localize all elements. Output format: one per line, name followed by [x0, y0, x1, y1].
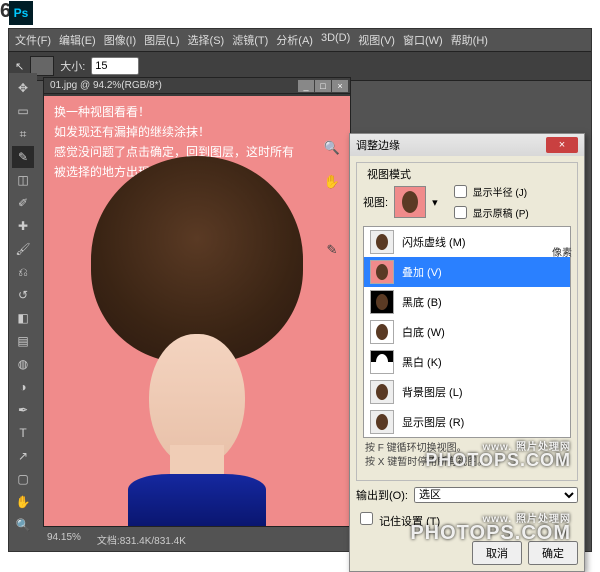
doc-max-icon[interactable]: □ — [315, 80, 331, 92]
menu-select[interactable]: 选择(S) — [188, 32, 225, 48]
document-window: 01.jpg @ 94.2%(RGB/8*) _ □ × 换一种视图看看！ 如发… — [43, 77, 351, 527]
menu-filter[interactable]: 滤镜(T) — [232, 32, 268, 48]
view-option-marching-ants[interactable]: 闪烁虚线 (M) — [364, 227, 570, 257]
workspace: ✥ ▭ ⌗ ✎ ◫ ✐ ✚ 🖌 ⎌ ↺ ◧ ▤ ◍ ◑ ✒ T ↗ ▢ ✋ 🔍 … — [9, 73, 591, 551]
menu-view[interactable]: 视图(V) — [358, 32, 395, 48]
dialog-close-icon[interactable]: × — [546, 137, 578, 153]
view-option-on-white[interactable]: 白底 (W) — [364, 317, 570, 347]
status-bar: 94.15% 文档:831.4K/831.4K — [43, 530, 357, 549]
output-select[interactable]: 选区 — [414, 487, 578, 503]
output-label: 输出到(O): — [356, 487, 408, 503]
refine-edge-dialog: 🔍 ✋ ✎ 调整边缘 × 视图模式 视图: ▾ 显示半径 (J) — [349, 133, 585, 572]
eyedropper-tool-icon[interactable]: ✐ — [12, 192, 34, 214]
dialog-title: 调整边缘 — [356, 137, 400, 153]
brush-tool-icon[interactable]: 🖌 — [12, 238, 34, 260]
menu-window[interactable]: 窗口(W) — [403, 32, 443, 48]
gradient-tool-icon[interactable]: ▤ — [12, 330, 34, 352]
photoshop-window: Ps 文件(F) 编辑(E) 图像(I) 图层(L) 选择(S) 滤镜(T) 分… — [8, 28, 592, 552]
zoom-icon[interactable]: 🔍 — [322, 138, 342, 158]
document-tab-label: 01.jpg @ 94.2%(RGB/8*) — [50, 80, 162, 91]
ok-button[interactable]: 确定 — [528, 541, 578, 565]
healing-tool-icon[interactable]: ✚ — [12, 215, 34, 237]
cancel-button[interactable]: 取消 — [472, 541, 522, 565]
unit-label: 像素 — [552, 244, 572, 259]
canvas[interactable]: 换一种视图看看！ 如发现还有漏掉的继续涂抹！ 感觉没问题了点击确定，回到图层，这… — [44, 96, 350, 526]
size-label: 大小: — [60, 58, 85, 74]
menu-edit[interactable]: 编辑(E) — [59, 32, 96, 48]
view-mode-label: 视图模式 — [363, 166, 415, 182]
output-row: 输出到(O): 选区 — [356, 487, 578, 503]
view-mode-dropdown: 闪烁虚线 (M) 叠加 (V) 黑底 (B) 白底 (W) 黑白 (K) 背景图… — [363, 226, 571, 438]
view-option-on-black[interactable]: 黑底 (B) — [364, 287, 570, 317]
menu-analysis[interactable]: 分析(A) — [276, 32, 313, 48]
zoom-readout[interactable]: 94.15% — [47, 532, 81, 547]
stamp-tool-icon[interactable]: ⎌ — [12, 261, 34, 283]
marquee-tool-icon[interactable]: ▭ — [12, 100, 34, 122]
dialog-titlebar: 调整边缘 × — [350, 134, 584, 156]
crop-tool-icon[interactable]: ◫ — [12, 169, 34, 191]
doc-info: 文档:831.4K/831.4K — [97, 532, 186, 547]
brush-tool-icon[interactable]: ↖ — [15, 60, 24, 73]
dodge-tool-icon[interactable]: ◑ — [12, 376, 34, 398]
view-option-on-layers[interactable]: 背景图层 (L) — [364, 377, 570, 407]
view-label: 视图: — [363, 194, 388, 210]
view-mode-group: 视图模式 视图: ▾ 显示半径 (J) 显示原稿 (P) 像素 闪烁虚线 (M) — [356, 162, 578, 481]
show-original-checkbox[interactable]: 显示原稿 (P) — [450, 203, 529, 222]
remember-settings-checkbox[interactable]: 记住设置 (T) — [356, 509, 440, 529]
move-tool-icon[interactable]: ✥ — [12, 77, 34, 99]
zoom-tool-icon[interactable]: 🔍 — [12, 514, 34, 536]
show-radius-checkbox[interactable]: 显示半径 (J) — [450, 182, 529, 201]
document-tab[interactable]: 01.jpg @ 94.2%(RGB/8*) _ □ × — [44, 78, 350, 94]
refine-brush-icon[interactable]: ✎ — [322, 240, 342, 260]
pen-tool-icon[interactable]: ✒ — [12, 399, 34, 421]
view-option-reveal-layer[interactable]: 显示图层 (R) — [364, 407, 570, 437]
view-thumbnail[interactable] — [394, 186, 426, 218]
menu-file[interactable]: 文件(F) — [15, 32, 51, 48]
menu-help[interactable]: 帮助(H) — [451, 32, 488, 48]
history-brush-icon[interactable]: ↺ — [12, 284, 34, 306]
type-tool-icon[interactable]: T — [12, 422, 34, 444]
view-hints: 按 F 键循环切换视图。 按 X 键暂时停用所有视图。 — [363, 438, 571, 474]
portrait-image — [64, 156, 330, 526]
doc-min-icon[interactable]: _ — [298, 80, 314, 92]
view-option-black-white[interactable]: 黑白 (K) — [364, 347, 570, 377]
blur-tool-icon[interactable]: ◍ — [12, 353, 34, 375]
eraser-tool-icon[interactable]: ◧ — [12, 307, 34, 329]
view-option-overlay[interactable]: 叠加 (V) — [364, 257, 570, 287]
tool-palette: ✥ ▭ ⌗ ✎ ◫ ✐ ✚ 🖌 ⎌ ↺ ◧ ▤ ◍ ◑ ✒ T ↗ ▢ ✋ 🔍 — [9, 73, 37, 551]
hand-icon[interactable]: ✋ — [322, 172, 342, 192]
quickselect-tool-icon[interactable]: ✎ — [12, 146, 34, 168]
menubar: 文件(F) 编辑(E) 图像(I) 图层(L) 选择(S) 滤镜(T) 分析(A… — [9, 29, 591, 51]
menu-3d[interactable]: 3D(D) — [321, 32, 350, 48]
hand-tool-icon[interactable]: ✋ — [12, 491, 34, 513]
menu-layer[interactable]: 图层(L) — [144, 32, 179, 48]
path-tool-icon[interactable]: ↗ — [12, 445, 34, 467]
chevron-down-icon[interactable]: ▾ — [432, 196, 438, 209]
ps-logo-icon: Ps — [9, 1, 33, 25]
doc-close-icon[interactable]: × — [332, 80, 348, 92]
shape-tool-icon[interactable]: ▢ — [12, 468, 34, 490]
menu-image[interactable]: 图像(I) — [104, 32, 136, 48]
lasso-tool-icon[interactable]: ⌗ — [12, 123, 34, 145]
